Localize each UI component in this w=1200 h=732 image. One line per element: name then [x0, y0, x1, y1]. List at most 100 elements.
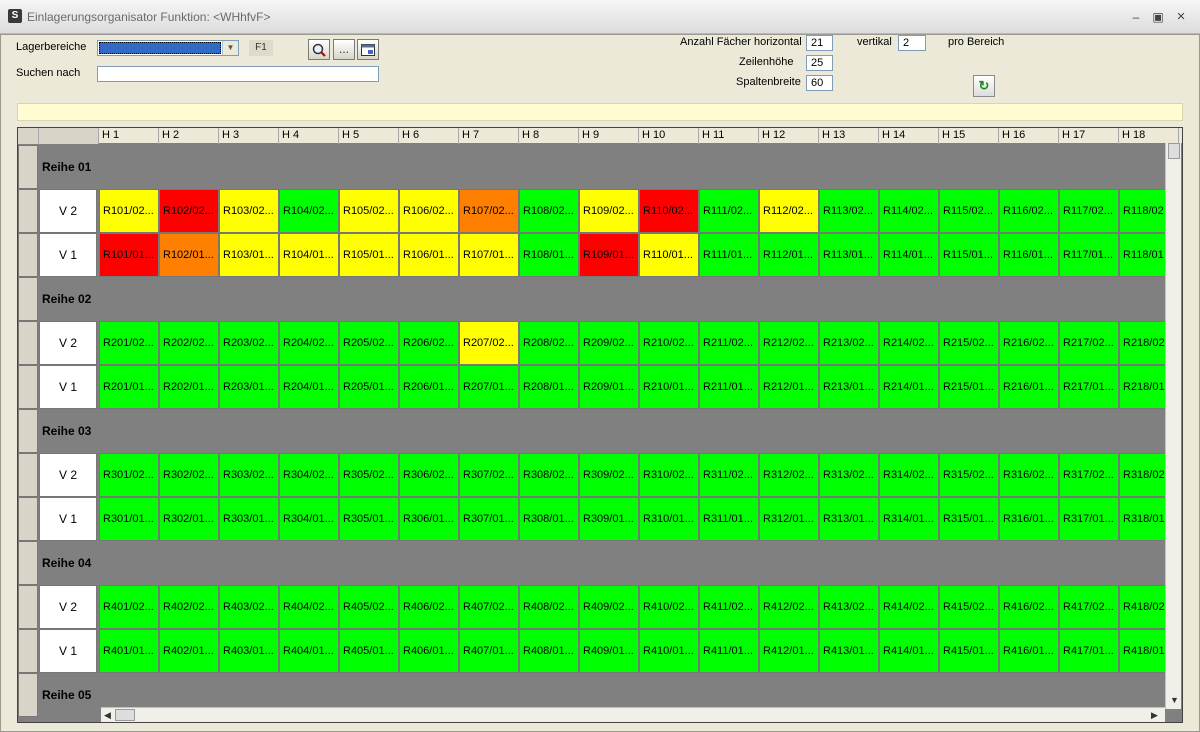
storage-bin-cell[interactable]: R215/01... [939, 365, 999, 409]
storage-bin-cell[interactable]: R308/01... [519, 497, 579, 541]
storage-bin-cell[interactable]: R113/01... [819, 233, 879, 277]
storage-bin-cell[interactable]: R216/01... [999, 365, 1059, 409]
storage-bin-cell[interactable]: R117/02... [1059, 189, 1119, 233]
storage-bin-cell[interactable]: R111/02... [699, 189, 759, 233]
storage-bin-cell[interactable]: R412/01... [759, 629, 819, 673]
storage-bin-cell[interactable]: R202/01... [159, 365, 219, 409]
storage-bin-cell[interactable]: R214/01... [879, 365, 939, 409]
storage-bin-cell[interactable]: R310/02... [639, 453, 699, 497]
vertical-scrollbar[interactable]: ▼ [1165, 143, 1181, 709]
storage-bin-cell[interactable]: R416/02... [999, 585, 1059, 629]
storage-bin-cell[interactable]: R414/02... [879, 585, 939, 629]
storage-bin-cell[interactable]: R310/01... [639, 497, 699, 541]
search-magnifier-button[interactable] [308, 39, 330, 60]
storage-bin-cell[interactable]: R415/01... [939, 629, 999, 673]
storage-bin-cell[interactable]: R101/02... [99, 189, 159, 233]
storage-bin-cell[interactable]: R305/01... [339, 497, 399, 541]
storage-bin-cell[interactable]: R311/02... [699, 453, 759, 497]
storage-bin-cell[interactable]: R407/01... [459, 629, 519, 673]
storage-bin-cell[interactable]: R403/02... [219, 585, 279, 629]
browse-button[interactable]: ... [333, 39, 355, 60]
scroll-left-icon[interactable]: ◀ [104, 710, 111, 721]
storage-bin-cell[interactable]: R210/02... [639, 321, 699, 365]
storage-bin-cell[interactable]: R105/01... [339, 233, 399, 277]
storage-bin-cell[interactable]: R201/01... [99, 365, 159, 409]
storage-bin-cell[interactable]: R217/02... [1059, 321, 1119, 365]
storage-bin-cell[interactable]: R306/01... [399, 497, 459, 541]
storage-bin-cell[interactable]: R316/02... [999, 453, 1059, 497]
storage-bin-cell[interactable]: R301/01... [99, 497, 159, 541]
storage-bin-cell[interactable]: R309/01... [579, 497, 639, 541]
storage-bin-cell[interactable]: R307/01... [459, 497, 519, 541]
zeilenhoehe-input[interactable]: 25 [806, 55, 833, 71]
storage-bin-cell[interactable]: R407/02... [459, 585, 519, 629]
storage-bin-cell[interactable]: R403/01... [219, 629, 279, 673]
storage-bin-cell[interactable]: R211/01... [699, 365, 759, 409]
storage-bin-cell[interactable]: R304/02... [279, 453, 339, 497]
storage-bin-cell[interactable]: R108/02... [519, 189, 579, 233]
storage-bin-cell[interactable]: R308/02... [519, 453, 579, 497]
storage-bin-cell[interactable]: R314/01... [879, 497, 939, 541]
storage-bin-cell[interactable]: R309/02... [579, 453, 639, 497]
storage-bin-cell[interactable]: R315/02... [939, 453, 999, 497]
storage-bin-cell[interactable]: R109/02... [579, 189, 639, 233]
row-selector[interactable] [18, 189, 38, 233]
storage-bin-cell[interactable]: R113/02... [819, 189, 879, 233]
storage-bin-cell[interactable]: R115/02... [939, 189, 999, 233]
storage-bin-cell[interactable]: R209/01... [579, 365, 639, 409]
storage-bin-cell[interactable]: R110/02... [639, 189, 699, 233]
row-selector[interactable] [18, 321, 38, 365]
storage-bin-cell[interactable]: R313/02... [819, 453, 879, 497]
storage-bin-cell[interactable]: R405/01... [339, 629, 399, 673]
storage-bin-cell[interactable]: R302/02... [159, 453, 219, 497]
storage-bin-cell[interactable]: R114/02... [879, 189, 939, 233]
storage-bin-cell[interactable]: R313/01... [819, 497, 879, 541]
storage-bin-cell[interactable]: R406/02... [399, 585, 459, 629]
storage-bin-cell[interactable]: R215/02... [939, 321, 999, 365]
storage-bin-cell[interactable]: R115/01... [939, 233, 999, 277]
storage-bin-cell[interactable]: R401/01... [99, 629, 159, 673]
storage-bin-cell[interactable]: R207/02... [459, 321, 519, 365]
storage-bin-cell[interactable]: R306/02... [399, 453, 459, 497]
storage-bin-cell[interactable]: R409/02... [579, 585, 639, 629]
storage-bin-cell[interactable]: R105/02... [339, 189, 399, 233]
storage-bin-cell[interactable]: R103/01... [219, 233, 279, 277]
storage-bin-cell[interactable]: R202/02... [159, 321, 219, 365]
storage-bin-cell[interactable]: R212/02... [759, 321, 819, 365]
storage-bin-cell[interactable]: R213/01... [819, 365, 879, 409]
storage-bin-cell[interactable]: R107/02... [459, 189, 519, 233]
storage-bin-cell[interactable]: R303/02... [219, 453, 279, 497]
storage-bin-cell[interactable]: R314/02... [879, 453, 939, 497]
row-selector[interactable] [18, 145, 38, 189]
storage-bin-cell[interactable]: R101/01... [99, 233, 159, 277]
row-selector[interactable] [18, 629, 38, 673]
window-select-button[interactable] [357, 39, 379, 60]
storage-bin-cell[interactable]: R211/02... [699, 321, 759, 365]
storage-bin-cell[interactable]: R106/01... [399, 233, 459, 277]
row-selector[interactable] [18, 277, 38, 321]
refresh-button[interactable]: ↻ [973, 75, 995, 97]
lagerbereiche-combobox[interactable]: ▼ [97, 40, 239, 56]
storage-bin-cell[interactable]: R102/02... [159, 189, 219, 233]
storage-bin-cell[interactable]: R411/01... [699, 629, 759, 673]
storage-bin-cell[interactable]: R108/01... [519, 233, 579, 277]
storage-bin-cell[interactable]: R312/02... [759, 453, 819, 497]
storage-bin-cell[interactable]: R102/01... [159, 233, 219, 277]
storage-bin-cell[interactable]: R217/01... [1059, 365, 1119, 409]
storage-bin-cell[interactable]: R414/01... [879, 629, 939, 673]
storage-bin-cell[interactable]: R408/02... [519, 585, 579, 629]
horizontal-scrollbar[interactable]: ◀ ▶ [101, 707, 1165, 722]
storage-bin-cell[interactable]: R203/01... [219, 365, 279, 409]
storage-bin-cell[interactable]: R408/01... [519, 629, 579, 673]
storage-bin-cell[interactable]: R208/02... [519, 321, 579, 365]
storage-bin-cell[interactable]: R409/01... [579, 629, 639, 673]
row-selector[interactable] [18, 497, 38, 541]
storage-bin-cell[interactable]: R402/02... [159, 585, 219, 629]
storage-bin-cell[interactable]: R209/02... [579, 321, 639, 365]
storage-bin-cell[interactable]: R205/01... [339, 365, 399, 409]
scroll-right-icon[interactable]: ▶ [1151, 710, 1158, 721]
close-button[interactable]: × [1172, 8, 1190, 26]
storage-bin-cell[interactable]: R109/01... [579, 233, 639, 277]
anzahl-horizontal-input[interactable]: 21 [806, 35, 833, 51]
storage-bin-cell[interactable]: R410/01... [639, 629, 699, 673]
